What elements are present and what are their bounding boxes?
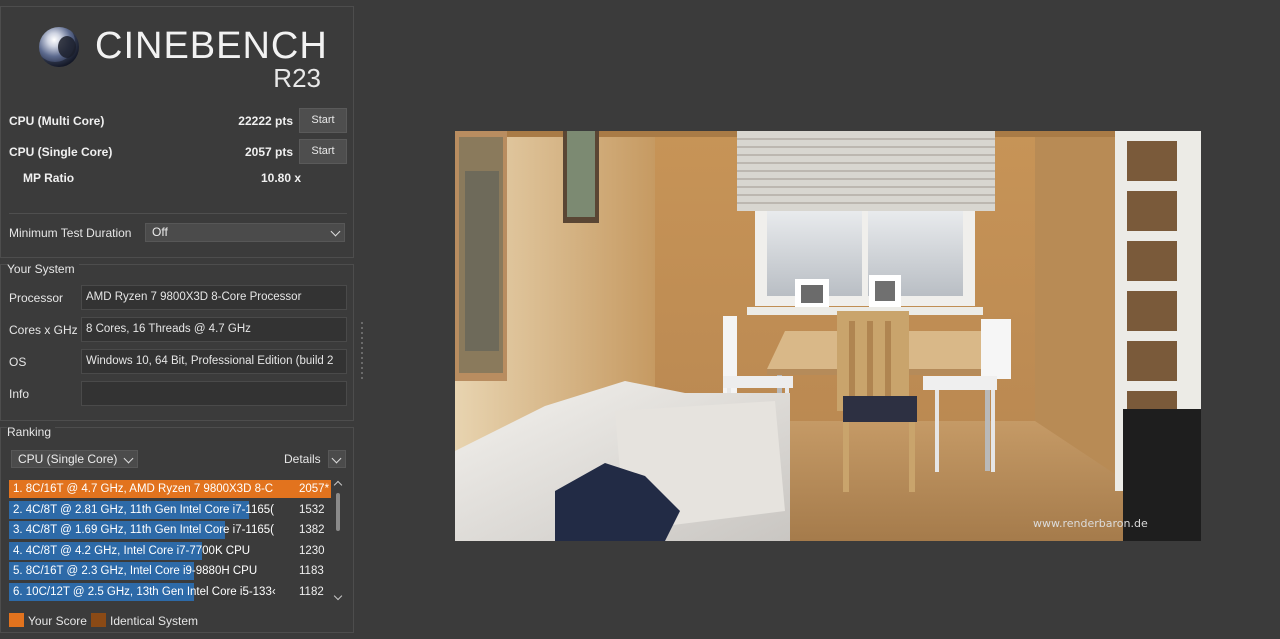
single-core-label: CPU (Single Core) bbox=[9, 145, 113, 159]
chevron-down-icon bbox=[330, 226, 341, 237]
processor-label: Processor bbox=[9, 291, 64, 305]
system-row-cores: Cores x GHz 8 Cores, 16 Threads @ 4.7 GH… bbox=[9, 317, 347, 343]
ranking-row-label: 2. 4C/8T @ 2.81 GHz, 11th Gen Intel Core… bbox=[13, 503, 274, 516]
ranking-row-score: 1382 bbox=[299, 524, 325, 536]
single-core-row: CPU (Single Core) 2057 pts Start bbox=[9, 139, 347, 165]
mp-ratio-value: 10.80 x bbox=[261, 171, 302, 185]
chevron-down-icon bbox=[331, 453, 342, 464]
multi-core-row: CPU (Multi Core) 22222 pts Start bbox=[9, 108, 347, 134]
ranking-row-label: 1. 8C/16T @ 4.7 GHz, AMD Ryzen 7 9800X3D… bbox=[13, 483, 274, 495]
system-row-processor: Processor AMD Ryzen 7 9800X3D 8-Core Pro… bbox=[9, 285, 347, 311]
os-label: OS bbox=[9, 355, 27, 369]
processor-field[interactable]: AMD Ryzen 7 9800X3D 8-Core Processor bbox=[81, 285, 347, 310]
ranking-row-label: 4. 4C/8T @ 4.2 GHz, Intel Core i7-7700K … bbox=[13, 544, 251, 557]
ranking-list[interactable]: 1. 8C/16T @ 4.7 GHz, AMD Ryzen 7 9800X3D… bbox=[9, 479, 331, 603]
ranking-row-score: 1183 bbox=[299, 565, 324, 577]
ranking-mode-value: CPU (Single Core) bbox=[18, 452, 118, 466]
render-preview: www.renderbaron.de bbox=[455, 131, 1201, 541]
scroll-thumb[interactable] bbox=[336, 493, 340, 531]
ranking-row-score: 1182 bbox=[299, 585, 324, 598]
rendered-room-image: www.renderbaron.de bbox=[455, 131, 1201, 541]
scroll-down-icon[interactable] bbox=[333, 591, 343, 601]
scroll-up-icon[interactable] bbox=[333, 480, 343, 490]
your-score-legend: Your Score bbox=[28, 614, 87, 628]
mp-ratio-label: MP Ratio bbox=[23, 171, 75, 185]
details-toggle-button[interactable] bbox=[328, 450, 346, 468]
identical-system-legend: Identical System bbox=[110, 614, 199, 628]
details-label: Details bbox=[284, 452, 321, 466]
ranking-row[interactable]: 3. 4C/8T @ 1.69 GHz, 11th Gen Intel Core… bbox=[9, 520, 331, 541]
system-row-os: OS Windows 10, 64 Bit, Professional Edit… bbox=[9, 349, 347, 375]
system-row-info: Info bbox=[9, 381, 347, 407]
ranking-row-label: 6. 10C/12T @ 2.5 GHz, 13th Gen Intel Cor… bbox=[13, 585, 276, 598]
render-watermark: www.renderbaron.de bbox=[1033, 517, 1148, 530]
single-core-start-button[interactable]: Start bbox=[299, 139, 347, 164]
ranking-row[interactable]: 6. 10C/12T @ 2.5 GHz, 13th Gen Intel Cor… bbox=[9, 582, 331, 603]
benchmark-panel: CINEBENCH R23 CPU (Multi Core) 22222 pts… bbox=[0, 6, 354, 258]
multi-core-score: 22222 pts bbox=[238, 114, 293, 128]
ranking-title: Ranking bbox=[7, 425, 56, 439]
your-system-title: Your System bbox=[7, 262, 79, 276]
ranking-scrollbar[interactable] bbox=[333, 479, 343, 603]
cores-field[interactable]: 8 Cores, 16 Threads @ 4.7 GHz bbox=[81, 317, 347, 342]
minimum-test-duration-label: Minimum Test Duration bbox=[9, 226, 132, 240]
ranking-row-label: 3. 4C/8T @ 1.69 GHz, 11th Gen Intel Core… bbox=[13, 524, 274, 536]
info-field[interactable] bbox=[81, 381, 347, 406]
multi-core-label: CPU (Multi Core) bbox=[9, 114, 105, 128]
app-version: R23 bbox=[273, 63, 321, 93]
your-system-panel: Your System Processor AMD Ryzen 7 9800X3… bbox=[0, 262, 354, 421]
panel-splitter-handle[interactable] bbox=[361, 322, 364, 384]
os-field[interactable]: Windows 10, 64 Bit, Professional Edition… bbox=[81, 349, 347, 374]
ranking-row-score: 1532 bbox=[299, 503, 325, 516]
single-core-score: 2057 pts bbox=[244, 145, 293, 159]
ranking-panel: Ranking CPU (Single Core) Details 1. 8C/… bbox=[0, 425, 354, 633]
multi-core-start-button[interactable]: Start bbox=[299, 108, 347, 133]
cinema4d-sphere-icon bbox=[39, 27, 79, 67]
cores-label: Cores x GHz bbox=[9, 323, 78, 337]
chevron-down-icon bbox=[123, 453, 134, 464]
divider bbox=[9, 213, 347, 214]
ranking-row[interactable]: 1. 8C/16T @ 4.7 GHz, AMD Ryzen 7 9800X3D… bbox=[9, 479, 331, 500]
info-label: Info bbox=[9, 387, 30, 401]
ranking-row-label: 5. 8C/16T @ 2.3 GHz, Intel Core i9-9880H… bbox=[13, 565, 258, 577]
ranking-mode-select[interactable]: CPU (Single Core) bbox=[11, 450, 138, 468]
ranking-row-score: 2057* bbox=[299, 483, 330, 495]
minimum-test-duration-value: Off bbox=[152, 225, 168, 239]
your-score-swatch bbox=[9, 613, 24, 627]
app-title: CINEBENCH bbox=[95, 25, 328, 67]
cinebench-logo: CINEBENCH R23 bbox=[37, 25, 337, 97]
ranking-row[interactable]: 2. 4C/8T @ 2.81 GHz, 11th Gen Intel Core… bbox=[9, 500, 331, 521]
identical-system-swatch bbox=[91, 613, 106, 627]
ranking-row-score: 1230 bbox=[299, 544, 325, 557]
minimum-test-duration-select[interactable]: Off bbox=[145, 223, 345, 242]
ranking-row[interactable]: 4. 4C/8T @ 4.2 GHz, Intel Core i7-7700K … bbox=[9, 541, 331, 562]
ranking-row[interactable]: 5. 8C/16T @ 2.3 GHz, Intel Core i9-9880H… bbox=[9, 561, 331, 582]
